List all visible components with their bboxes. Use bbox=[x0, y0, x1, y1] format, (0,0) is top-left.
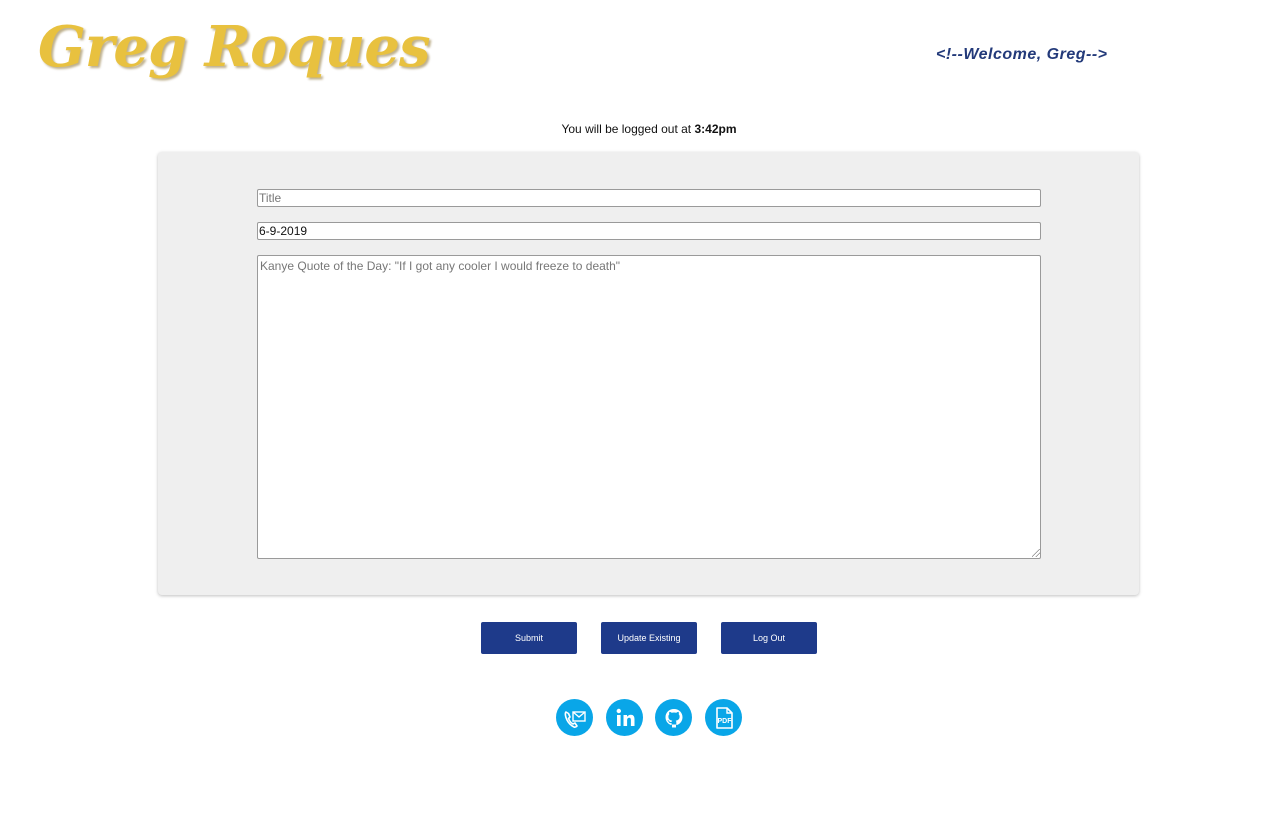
page: Greg Roques <!--Welcome, Greg--> You wil… bbox=[0, 0, 1275, 814]
github-icon bbox=[665, 708, 682, 727]
resume-pdf-link[interactable]: PDF bbox=[705, 699, 742, 736]
title-input[interactable] bbox=[257, 189, 1041, 207]
body-textarea[interactable] bbox=[257, 255, 1041, 559]
contact-link[interactable] bbox=[556, 699, 593, 736]
date-input[interactable] bbox=[257, 222, 1041, 240]
logout-notice: You will be logged out at 3:42pm bbox=[0, 122, 1275, 136]
log-out-button[interactable]: Log Out bbox=[721, 622, 817, 654]
phone-mail-icon bbox=[564, 710, 586, 728]
welcome-message: <!--Welcome, Greg--> bbox=[936, 46, 1108, 63]
svg-text:PDF: PDF bbox=[717, 718, 732, 725]
pdf-icon: PDF bbox=[715, 706, 733, 729]
logout-notice-text: You will be logged out at bbox=[561, 122, 692, 136]
github-link[interactable] bbox=[655, 699, 692, 736]
logout-time: 3:42pm bbox=[694, 122, 737, 136]
submit-button[interactable]: Submit bbox=[481, 622, 577, 654]
linkedin-link[interactable] bbox=[606, 699, 643, 736]
linkedin-icon bbox=[616, 708, 634, 726]
brand-logo[interactable]: Greg Roques bbox=[38, 14, 431, 80]
update-existing-button[interactable]: Update Existing bbox=[601, 622, 697, 654]
textarea-resize-handle[interactable] bbox=[1032, 549, 1040, 557]
entry-form-panel bbox=[158, 152, 1139, 595]
